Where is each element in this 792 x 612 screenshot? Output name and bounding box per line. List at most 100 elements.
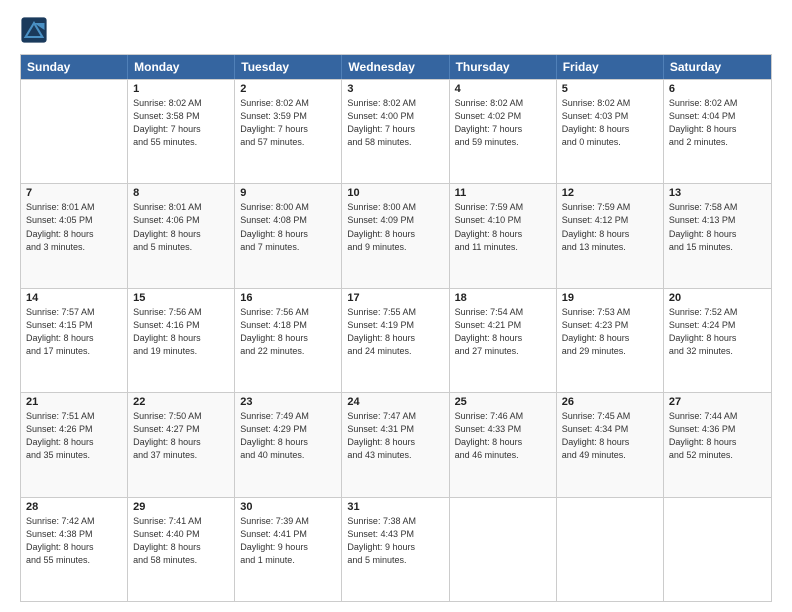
cal-cell: 15 Sunrise: 7:56 AM Sunset: 4:16 PM Dayli…: [128, 289, 235, 392]
cal-row-3: 21 Sunrise: 7:51 AM Sunset: 4:26 PM Dayli…: [21, 392, 771, 496]
day-number: 29: [133, 501, 229, 513]
day-info: Sunrise: 7:59 AM Sunset: 4:10 PM Dayligh…: [455, 201, 551, 253]
day-info: Sunrise: 7:50 AM Sunset: 4:27 PM Dayligh…: [133, 410, 229, 462]
cal-cell: 5 Sunrise: 8:02 AM Sunset: 4:03 PM Daylig…: [557, 80, 664, 183]
day-number: 28: [26, 501, 122, 513]
day-info: Sunrise: 7:56 AM Sunset: 4:16 PM Dayligh…: [133, 306, 229, 358]
day-number: 13: [669, 187, 766, 199]
cal-cell: 4 Sunrise: 8:02 AM Sunset: 4:02 PM Daylig…: [450, 80, 557, 183]
cal-cell: 7Sunrise: 8:01 AM Sunset: 4:05 PM Daylig…: [21, 184, 128, 287]
day-number: 27: [669, 396, 766, 408]
day-number: 4: [455, 83, 551, 95]
day-info: Sunrise: 8:02 AM Sunset: 4:03 PM Dayligh…: [562, 97, 658, 149]
day-info: Sunrise: 8:00 AM Sunset: 4:09 PM Dayligh…: [347, 201, 443, 253]
cal-cell: 22Sunrise: 7:50 AM Sunset: 4:27 PM Dayli…: [128, 393, 235, 496]
day-info: Sunrise: 7:47 AM Sunset: 4:31 PM Dayligh…: [347, 410, 443, 462]
header-cell-wednesday: Wednesday: [342, 55, 449, 79]
cal-row-1: 7Sunrise: 8:01 AM Sunset: 4:05 PM Daylig…: [21, 183, 771, 287]
cal-cell: 13Sunrise: 7:58 AM Sunset: 4:13 PM Dayli…: [664, 184, 771, 287]
cal-cell: 27 Sunrise: 7:44 AM Sunset: 4:36 PM Dayli…: [664, 393, 771, 496]
day-number: 19: [562, 292, 658, 304]
page: SundayMondayTuesdayWednesdayThursdayFrid…: [0, 0, 792, 612]
day-number: 30: [240, 501, 336, 513]
day-info: Sunrise: 7:52 AM Sunset: 4:24 PM Dayligh…: [669, 306, 766, 358]
day-number: 9: [240, 187, 336, 199]
calendar-body: 1 Sunrise: 8:02 AM Sunset: 3:58 PM Daylig…: [21, 79, 771, 601]
header-cell-thursday: Thursday: [450, 55, 557, 79]
header-cell-saturday: Saturday: [664, 55, 771, 79]
cal-cell: 31Sunrise: 7:38 AM Sunset: 4:43 PM Dayli…: [342, 498, 449, 601]
day-info: Sunrise: 7:59 AM Sunset: 4:12 PM Dayligh…: [562, 201, 658, 253]
day-number: 2: [240, 83, 336, 95]
day-number: 25: [455, 396, 551, 408]
cal-cell: 8 Sunrise: 8:01 AM Sunset: 4:06 PM Daylig…: [128, 184, 235, 287]
day-info: Sunrise: 7:42 AM Sunset: 4:38 PM Dayligh…: [26, 515, 122, 567]
calendar-header-row: SundayMondayTuesdayWednesdayThursdayFrid…: [21, 55, 771, 79]
day-number: 7: [26, 187, 122, 199]
day-number: 20: [669, 292, 766, 304]
cal-cell: 21 Sunrise: 7:51 AM Sunset: 4:26 PM Dayli…: [21, 393, 128, 496]
day-info: Sunrise: 7:38 AM Sunset: 4:43 PM Dayligh…: [347, 515, 443, 567]
day-info: Sunrise: 7:44 AM Sunset: 4:36 PM Dayligh…: [669, 410, 766, 462]
cal-cell: 23 Sunrise: 7:49 AM Sunset: 4:29 PM Dayli…: [235, 393, 342, 496]
cal-cell: 12 Sunrise: 7:59 AM Sunset: 4:12 PM Dayli…: [557, 184, 664, 287]
day-number: 3: [347, 83, 443, 95]
cal-cell: 14Sunrise: 7:57 AM Sunset: 4:15 PM Dayli…: [21, 289, 128, 392]
day-number: 23: [240, 396, 336, 408]
day-info: Sunrise: 7:46 AM Sunset: 4:33 PM Dayligh…: [455, 410, 551, 462]
day-info: Sunrise: 8:01 AM Sunset: 4:06 PM Dayligh…: [133, 201, 229, 253]
day-number: 11: [455, 187, 551, 199]
day-info: Sunrise: 7:49 AM Sunset: 4:29 PM Dayligh…: [240, 410, 336, 462]
cal-cell: 19 Sunrise: 7:53 AM Sunset: 4:23 PM Dayli…: [557, 289, 664, 392]
day-info: Sunrise: 7:57 AM Sunset: 4:15 PM Dayligh…: [26, 306, 122, 358]
cal-cell: 1 Sunrise: 8:02 AM Sunset: 3:58 PM Daylig…: [128, 80, 235, 183]
day-number: 1: [133, 83, 229, 95]
day-number: 10: [347, 187, 443, 199]
cal-cell: [21, 80, 128, 183]
day-number: 12: [562, 187, 658, 199]
day-info: Sunrise: 8:02 AM Sunset: 3:58 PM Dayligh…: [133, 97, 229, 149]
cal-cell: 18Sunrise: 7:54 AM Sunset: 4:21 PM Dayli…: [450, 289, 557, 392]
day-info: Sunrise: 7:45 AM Sunset: 4:34 PM Dayligh…: [562, 410, 658, 462]
header-cell-monday: Monday: [128, 55, 235, 79]
day-info: Sunrise: 7:55 AM Sunset: 4:19 PM Dayligh…: [347, 306, 443, 358]
cal-cell: 16 Sunrise: 7:56 AM Sunset: 4:18 PM Dayli…: [235, 289, 342, 392]
day-number: 8: [133, 187, 229, 199]
day-info: Sunrise: 8:02 AM Sunset: 3:59 PM Dayligh…: [240, 97, 336, 149]
day-info: Sunrise: 8:00 AM Sunset: 4:08 PM Dayligh…: [240, 201, 336, 253]
cal-row-4: 28 Sunrise: 7:42 AM Sunset: 4:38 PM Dayli…: [21, 497, 771, 601]
day-number: 24: [347, 396, 443, 408]
day-number: 17: [347, 292, 443, 304]
day-info: Sunrise: 7:39 AM Sunset: 4:41 PM Dayligh…: [240, 515, 336, 567]
day-info: Sunrise: 7:41 AM Sunset: 4:40 PM Dayligh…: [133, 515, 229, 567]
cal-cell: 24 Sunrise: 7:47 AM Sunset: 4:31 PM Dayli…: [342, 393, 449, 496]
day-number: 16: [240, 292, 336, 304]
cal-cell: 29 Sunrise: 7:41 AM Sunset: 4:40 PM Dayli…: [128, 498, 235, 601]
cal-cell: 11 Sunrise: 7:59 AM Sunset: 4:10 PM Dayli…: [450, 184, 557, 287]
header-cell-sunday: Sunday: [21, 55, 128, 79]
cal-row-0: 1 Sunrise: 8:02 AM Sunset: 3:58 PM Daylig…: [21, 79, 771, 183]
day-info: Sunrise: 8:02 AM Sunset: 4:00 PM Dayligh…: [347, 97, 443, 149]
logo-icon: [20, 16, 48, 44]
logo: [20, 16, 52, 44]
day-number: 21: [26, 396, 122, 408]
day-number: 5: [562, 83, 658, 95]
day-number: 15: [133, 292, 229, 304]
day-info: Sunrise: 8:02 AM Sunset: 4:02 PM Dayligh…: [455, 97, 551, 149]
day-info: Sunrise: 8:02 AM Sunset: 4:04 PM Dayligh…: [669, 97, 766, 149]
day-info: Sunrise: 7:51 AM Sunset: 4:26 PM Dayligh…: [26, 410, 122, 462]
cal-cell: 30 Sunrise: 7:39 AM Sunset: 4:41 PM Dayli…: [235, 498, 342, 601]
cal-cell: 9 Sunrise: 8:00 AM Sunset: 4:08 PM Daylig…: [235, 184, 342, 287]
cal-cell: 2 Sunrise: 8:02 AM Sunset: 3:59 PM Daylig…: [235, 80, 342, 183]
cal-cell: 17 Sunrise: 7:55 AM Sunset: 4:19 PM Dayli…: [342, 289, 449, 392]
day-info: Sunrise: 7:56 AM Sunset: 4:18 PM Dayligh…: [240, 306, 336, 358]
cal-cell: 20 Sunrise: 7:52 AM Sunset: 4:24 PM Dayli…: [664, 289, 771, 392]
day-info: Sunrise: 7:53 AM Sunset: 4:23 PM Dayligh…: [562, 306, 658, 358]
cal-cell: 10 Sunrise: 8:00 AM Sunset: 4:09 PM Dayli…: [342, 184, 449, 287]
cal-cell: 28 Sunrise: 7:42 AM Sunset: 4:38 PM Dayli…: [21, 498, 128, 601]
calendar: SundayMondayTuesdayWednesdayThursdayFrid…: [20, 54, 772, 602]
header-cell-tuesday: Tuesday: [235, 55, 342, 79]
cal-cell: 25 Sunrise: 7:46 AM Sunset: 4:33 PM Dayli…: [450, 393, 557, 496]
day-number: 18: [455, 292, 551, 304]
cal-cell: [450, 498, 557, 601]
